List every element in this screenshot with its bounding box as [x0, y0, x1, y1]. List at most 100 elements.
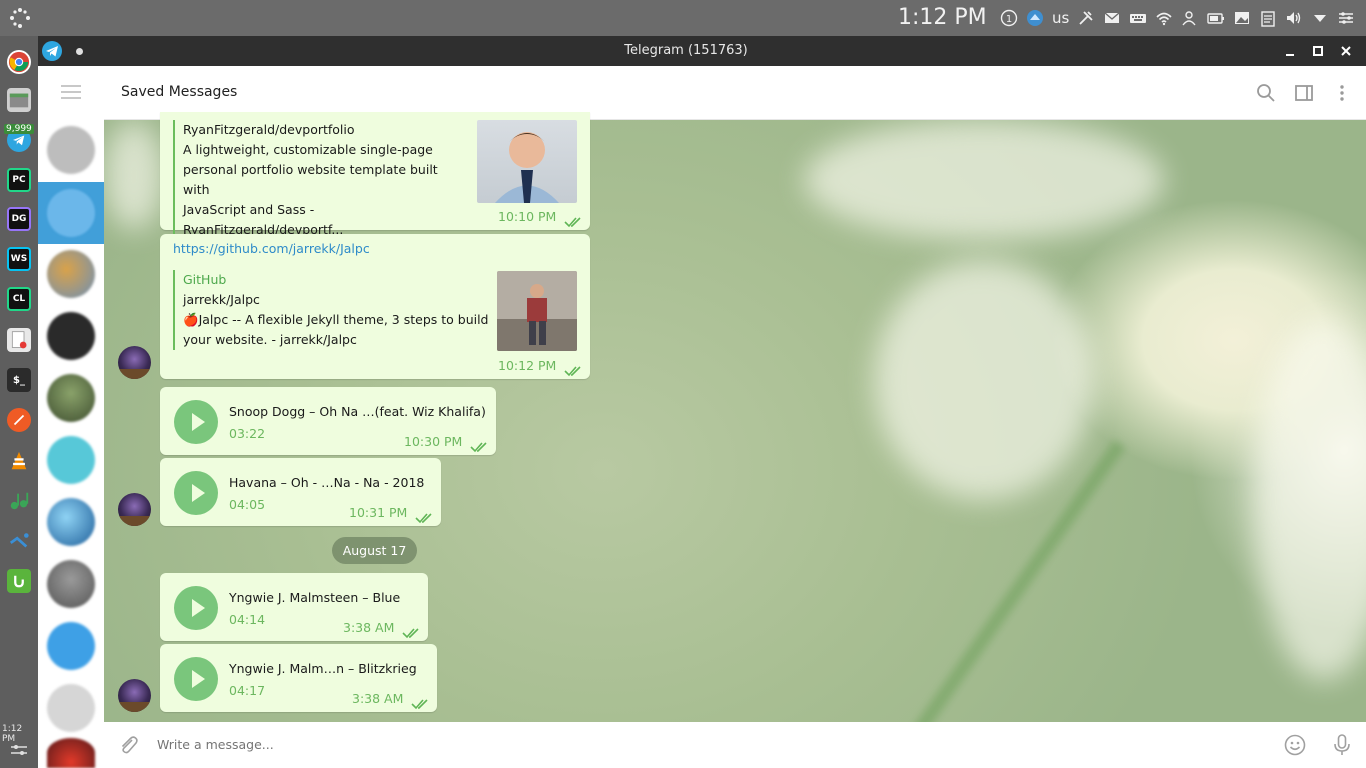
clipboard-icon[interactable]: [1259, 9, 1277, 27]
tools-icon[interactable]: [1077, 9, 1095, 27]
battery-icon[interactable]: [1207, 9, 1225, 27]
chat-item-saved-messages-active[interactable]: [38, 182, 104, 244]
application-dock: 9,999 PC DG WS CL $_ 1:12 PM: [0, 36, 38, 768]
upwork-icon[interactable]: [7, 569, 31, 593]
preview-description: your website. - jarrekk/Jalpc: [183, 332, 357, 347]
audio-title: Havana – Oh - …Na - Na - 2018: [229, 475, 425, 490]
user-icon[interactable]: [1181, 9, 1199, 27]
keyboard-layout[interactable]: us: [1052, 9, 1069, 27]
message-link[interactable]: https://github.com/jarrekk/Jalpc: [173, 241, 370, 256]
chrome-icon[interactable]: [7, 50, 31, 74]
background-petal: [804, 120, 1164, 240]
play-button[interactable]: [174, 586, 218, 630]
files-icon[interactable]: [7, 88, 31, 112]
audio-title: Snoop Dogg – Oh Na …(feat. Wiz Khalifa): [229, 404, 486, 419]
terminal-icon[interactable]: $_: [7, 368, 31, 392]
audio-duration: 04:05: [229, 497, 266, 512]
pycharm-icon[interactable]: PC: [7, 168, 31, 192]
message-time: 10:10 PM: [498, 209, 557, 224]
background-petal: [874, 260, 1094, 500]
read-checkmarks-icon: [564, 213, 582, 228]
preview-description: A lightweight, customizable single-page: [183, 142, 433, 157]
preview-thumbnail[interactable]: [497, 271, 577, 351]
datagrip-icon[interactable]: DG: [7, 207, 31, 231]
music-icon[interactable]: [7, 489, 31, 513]
document-viewer-icon[interactable]: [7, 328, 31, 352]
message-bubble-link-preview[interactable]: RyanFitzgerald/devportfolio A lightweigh…: [160, 112, 590, 240]
dock-clock: 1:12 PM: [2, 724, 23, 744]
message-bubble-github-link[interactable]: https://github.com/jarrekk/Jalpc GitHub …: [160, 234, 590, 379]
keyboard-icon[interactable]: [1129, 9, 1147, 27]
chat-avatar[interactable]: [47, 498, 95, 546]
chat-list-panel: [38, 66, 104, 768]
read-checkmarks-icon: [470, 438, 488, 453]
chat-avatar[interactable]: [47, 436, 95, 484]
play-button[interactable]: [174, 471, 218, 515]
postman-icon[interactable]: [7, 408, 31, 432]
chat-avatar[interactable]: [47, 374, 95, 422]
chat-avatar[interactable]: [47, 126, 95, 174]
play-button[interactable]: [174, 657, 218, 701]
preview-title: RyanFitzgerald/devportfolio: [183, 122, 355, 137]
hamburger-menu-icon[interactable]: [61, 85, 81, 99]
webstorm-icon[interactable]: WS: [7, 247, 31, 271]
saved-messages-avatar-icon: [47, 189, 95, 237]
chat-avatar[interactable]: [47, 560, 95, 608]
sender-avatar[interactable]: [118, 493, 151, 526]
message-time: 3:38 AM: [352, 691, 404, 706]
preview-thumbnail[interactable]: [477, 120, 577, 203]
notification-icon[interactable]: 1: [1000, 9, 1018, 27]
system-tray: 1 us: [1000, 8, 1355, 28]
clion-icon[interactable]: CL: [7, 287, 31, 311]
settings-icon[interactable]: [1337, 9, 1355, 27]
chat-title[interactable]: Saved Messages: [121, 84, 237, 100]
play-button[interactable]: [174, 400, 218, 444]
chat-avatar[interactable]: [47, 250, 95, 298]
attach-icon[interactable]: [117, 734, 139, 756]
message-composer: [104, 722, 1366, 768]
window-title: Telegram (151763): [624, 43, 748, 58]
chat-avatar[interactable]: [47, 622, 95, 670]
preview-site-name: GitHub: [183, 272, 227, 287]
message-time: 10:31 PM: [349, 505, 408, 520]
network-icon[interactable]: [1026, 9, 1044, 27]
message-bubble-audio[interactable]: Yngwie J. Malmsteen – Blue 04:14 3:38 AM: [160, 573, 428, 641]
sender-avatar[interactable]: [118, 679, 151, 712]
link-preview[interactable]: GitHub jarrekk/Jalpc 🍎Jalpc -- A flexibl…: [173, 270, 493, 350]
vscode-icon[interactable]: [7, 529, 31, 553]
window-title-bar: Telegram (151763): [38, 36, 1366, 66]
microphone-icon[interactable]: [1332, 733, 1352, 757]
minimize-icon[interactable]: [1282, 43, 1298, 59]
close-icon[interactable]: [1338, 43, 1354, 59]
mail-icon[interactable]: [1103, 9, 1121, 27]
chat-avatar[interactable]: [47, 738, 95, 768]
system-clock[interactable]: 1:12 PM: [898, 5, 987, 30]
search-icon[interactable]: [1256, 83, 1276, 103]
vlc-icon[interactable]: [7, 449, 31, 473]
side-panel-icon[interactable]: [1294, 83, 1314, 103]
more-options-icon[interactable]: [1332, 83, 1352, 103]
maximize-icon[interactable]: [1310, 43, 1326, 59]
message-bubble-audio[interactable]: Snoop Dogg – Oh Na …(feat. Wiz Khalifa) …: [160, 387, 496, 455]
chevron-down-icon[interactable]: [1311, 9, 1329, 27]
message-bubble-audio[interactable]: Yngwie J. Malm…n – Blitzkrieg 04:17 3:38…: [160, 644, 437, 712]
read-checkmarks-icon: [402, 624, 420, 639]
wifi-icon[interactable]: [1155, 9, 1173, 27]
image-icon[interactable]: [1233, 9, 1251, 27]
background-petal: [104, 120, 164, 230]
volume-icon[interactable]: [1285, 9, 1303, 27]
link-preview[interactable]: RyanFitzgerald/devportfolio A lightweigh…: [173, 120, 463, 240]
app-grid-icon[interactable]: [8, 6, 32, 30]
sender-avatar[interactable]: [118, 346, 151, 379]
message-input[interactable]: [157, 737, 1257, 752]
dock-settings-icon[interactable]: [10, 742, 28, 756]
chat-avatar[interactable]: [47, 312, 95, 360]
unread-badge: 9,999: [4, 124, 34, 134]
emoji-icon[interactable]: [1284, 734, 1306, 756]
audio-duration: 04:14: [229, 612, 266, 627]
message-time: 10:30 PM: [404, 434, 463, 449]
preview-title: jarrekk/Jalpc: [183, 292, 260, 307]
preview-description: 🍎Jalpc -- A flexible Jekyll theme, 3 ste…: [183, 312, 489, 327]
message-bubble-audio[interactable]: Havana – Oh - …Na - Na - 2018 04:05 10:3…: [160, 458, 441, 526]
chat-avatar[interactable]: [47, 684, 95, 732]
